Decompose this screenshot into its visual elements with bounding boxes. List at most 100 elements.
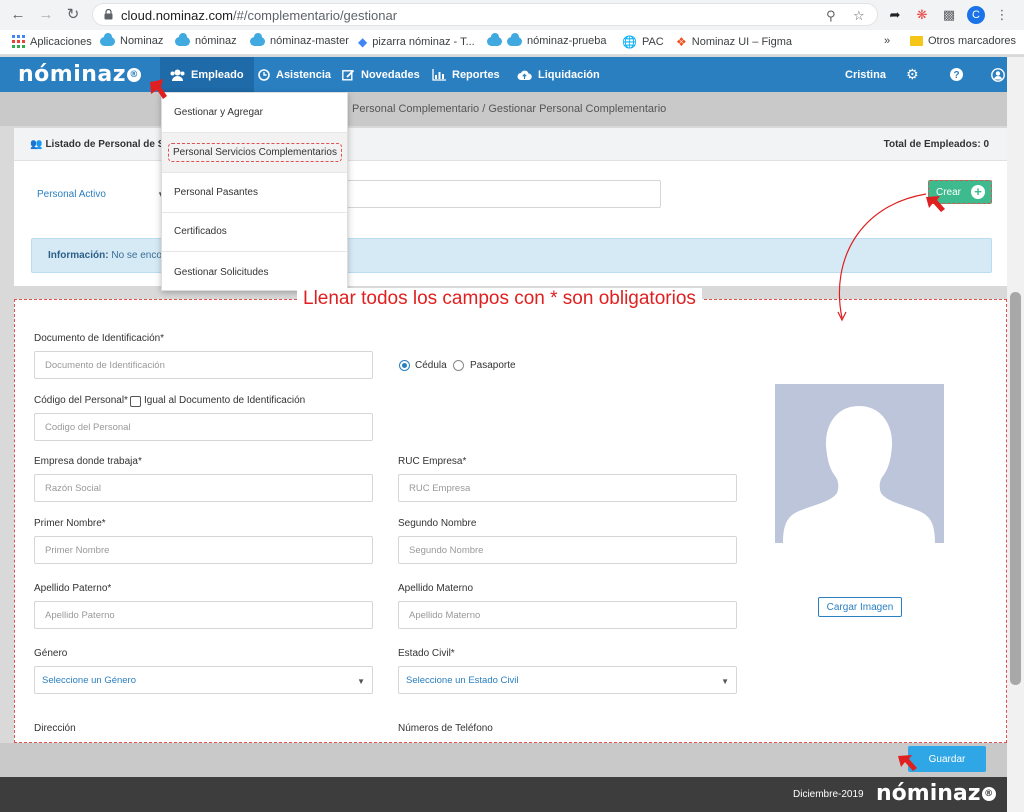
second-name-input[interactable]: Segundo Nombre bbox=[398, 536, 737, 564]
bookmark-nominaz-prueba[interactable]: nóminaz-prueba bbox=[487, 32, 607, 47]
nav-empleado[interactable]: Empleado bbox=[160, 57, 254, 92]
help-icon[interactable]: ? bbox=[950, 57, 963, 92]
ruc-label: RUC Empresa* bbox=[398, 456, 467, 467]
code-input[interactable]: Codigo del Personal bbox=[34, 413, 373, 441]
user-silhouette-icon bbox=[775, 384, 944, 543]
menu-item-certificados[interactable]: Certificados bbox=[162, 212, 347, 252]
cloud-upload-icon bbox=[517, 70, 532, 80]
empleado-dropdown: Gestionar y Agregar Personal Servicios C… bbox=[161, 92, 348, 291]
bookmark-pac[interactable]: 🌐 PAC bbox=[622, 35, 664, 49]
search-input[interactable] bbox=[347, 180, 661, 208]
status-filter-select[interactable]: Personal Activo▼ bbox=[31, 181, 167, 207]
menu-item-servicios-complementarios[interactable]: Personal Servicios Complementarios bbox=[162, 133, 347, 173]
bookmark-apps[interactable]: Aplicaciones bbox=[12, 35, 92, 48]
create-button[interactable]: Crear + bbox=[928, 180, 992, 204]
share-arrow-icon[interactable]: ➦ bbox=[886, 6, 904, 24]
company-label: Empresa donde trabaja* bbox=[34, 456, 142, 467]
lock-icon bbox=[104, 9, 113, 20]
second-name-label: Segundo Nombre bbox=[398, 518, 477, 529]
footer-date: Diciembre-2019 bbox=[793, 789, 864, 800]
same-doc-checkbox[interactable] bbox=[130, 396, 141, 407]
first-name-input[interactable]: Primer Nombre bbox=[34, 536, 373, 564]
form-title: Llenar todos los campos con * son obliga… bbox=[297, 288, 702, 310]
menu-dots-icon[interactable]: ⋮ bbox=[993, 6, 1011, 24]
employee-form: Documento de Identificación* Documento d… bbox=[14, 299, 1007, 743]
star-icon[interactable]: ☆ bbox=[853, 8, 865, 24]
bookmark-pizarra[interactable]: ◆ pizarra nóminaz - T... bbox=[358, 35, 475, 49]
bookmarks-more[interactable]: » bbox=[884, 35, 890, 47]
caret-down-icon: ▼ bbox=[357, 677, 365, 686]
save-bar bbox=[0, 743, 1007, 777]
gender-label: Género bbox=[34, 648, 68, 659]
clock-icon bbox=[258, 68, 270, 81]
menu-item-solicitudes[interactable]: Gestionar Solicitudes bbox=[162, 252, 347, 292]
settings-icon[interactable]: ⚙ bbox=[906, 57, 919, 92]
radio-pasaporte[interactable] bbox=[453, 360, 464, 371]
bookmark-nominaz[interactable]: Nominaz bbox=[100, 32, 163, 47]
app-navbar: nóminaz ® Empleado Asistencia Novedades R… bbox=[0, 57, 1007, 92]
civil-status-label: Estado Civil* bbox=[398, 648, 455, 659]
first-name-label: Primer Nombre* bbox=[34, 518, 106, 529]
upload-image-button[interactable]: Cargar Imagen bbox=[818, 597, 902, 617]
profile-photo-placeholder bbox=[775, 384, 944, 543]
bookmark-folder-other[interactable]: Otros marcadores bbox=[910, 35, 1016, 47]
nav-liquidacion[interactable]: Liquidación bbox=[507, 57, 610, 92]
user-name[interactable]: Cristina bbox=[845, 57, 886, 92]
edit-icon bbox=[342, 69, 355, 80]
folder-icon bbox=[910, 36, 923, 46]
back-icon[interactable]: ← bbox=[8, 4, 28, 24]
apps-grid-icon bbox=[12, 35, 25, 48]
ruc-input[interactable]: RUC Empresa bbox=[398, 474, 737, 502]
last-name-1-label: Apellido Paterno* bbox=[34, 583, 112, 594]
diamond-icon: ◆ bbox=[358, 35, 368, 49]
url-text: cloud.nominaz.com/#/complementario/gesti… bbox=[121, 8, 398, 23]
company-input[interactable]: Razón Social bbox=[34, 474, 373, 502]
radio-cedula-label: Cédula bbox=[415, 360, 447, 371]
address-bar[interactable]: cloud.nominaz.com/#/complementario/gesti… bbox=[92, 3, 878, 26]
bookmark-nominaz-master[interactable]: nóminaz-master bbox=[250, 32, 349, 47]
doc-input[interactable]: Documento de Identificación bbox=[34, 351, 373, 379]
last-name-1-input[interactable]: Apellido Paterno bbox=[34, 601, 373, 629]
cloud-icon bbox=[507, 32, 522, 46]
puzzle-icon[interactable]: ▩ bbox=[940, 6, 958, 24]
radio-cedula[interactable] bbox=[399, 360, 410, 371]
question-circle: ? bbox=[950, 68, 963, 81]
nav-reportes[interactable]: Reportes bbox=[422, 57, 510, 92]
forward-icon[interactable]: → bbox=[36, 4, 56, 24]
caret-down-icon: ▼ bbox=[721, 677, 729, 686]
panel-title: 👥 Listado de Personal de Ser bbox=[30, 139, 174, 150]
browser-toolbar: ← → ↻ cloud.nominaz.com/#/complementario… bbox=[0, 0, 1024, 30]
phones-label: Números de Teléfono bbox=[398, 723, 493, 734]
globe-icon: 🌐 bbox=[622, 35, 637, 49]
account-icon[interactable] bbox=[991, 57, 1005, 92]
users-icon: 👥 bbox=[30, 139, 43, 150]
nav-asistencia[interactable]: Asistencia bbox=[248, 57, 341, 92]
civil-status-select[interactable]: Seleccione un Estado Civil ▼ bbox=[398, 666, 737, 694]
cloud-icon bbox=[175, 32, 190, 46]
breadcrumb-text: Personal Complementario / Gestionar Pers… bbox=[352, 103, 667, 115]
figma-icon: ❖ bbox=[676, 35, 687, 49]
total-employees: Total de Empleados: 0 bbox=[883, 139, 989, 150]
gender-select[interactable]: Seleccione un Género ▼ bbox=[34, 666, 373, 694]
cloud-icon bbox=[250, 32, 265, 46]
bookmark-nominaz-2[interactable]: nóminaz bbox=[175, 32, 237, 47]
save-button[interactable]: Guardar bbox=[908, 746, 986, 772]
bookmarks-bar: Aplicaciones Nominaz nóminaz nóminaz-mas… bbox=[0, 30, 1024, 55]
last-name-2-input[interactable]: Apellido Materno bbox=[398, 601, 737, 629]
extension-icon[interactable]: ❋ bbox=[913, 6, 931, 24]
reload-icon[interactable]: ↻ bbox=[63, 4, 83, 24]
scrollbar-thumb[interactable] bbox=[1010, 292, 1021, 685]
bookmark-figma[interactable]: ❖ Nominaz UI – Figma bbox=[676, 35, 792, 49]
address-label: Dirección bbox=[34, 723, 76, 734]
breadcrumb: Personal Complementario / Gestionar Pers… bbox=[0, 92, 1007, 126]
menu-item-gestionar[interactable]: Gestionar y Agregar bbox=[162, 93, 347, 133]
bar-chart-icon bbox=[432, 68, 446, 81]
nav-novedades[interactable]: Novedades bbox=[332, 57, 430, 92]
key-icon[interactable]: ⚲ bbox=[826, 8, 836, 24]
same-doc-label: Igual al Documento de Identificación bbox=[144, 395, 306, 406]
footer: Diciembre-2019 nóminaz ® bbox=[0, 777, 1007, 812]
profile-avatar[interactable]: C bbox=[967, 6, 985, 24]
menu-item-pasantes[interactable]: Personal Pasantes bbox=[162, 173, 347, 213]
plus-circle-icon: + bbox=[971, 185, 985, 199]
app-logo[interactable]: nóminaz ® bbox=[18, 62, 142, 87]
